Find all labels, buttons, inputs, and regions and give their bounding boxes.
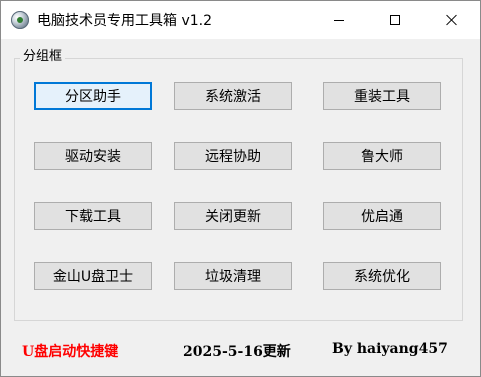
title-bar[interactable]: 电脑技术员专用工具箱 v1.2 xyxy=(1,1,480,39)
youqitong-button[interactable]: 优启通 xyxy=(323,202,441,230)
disable-updates-button[interactable]: 关闭更新 xyxy=(174,202,292,230)
driver-install-button[interactable]: 驱动安装 xyxy=(34,142,152,170)
junk-cleanup-button[interactable]: 垃圾清理 xyxy=(174,262,292,290)
system-optimize-button[interactable]: 系统优化 xyxy=(323,262,441,290)
remote-assist-button[interactable]: 远程协助 xyxy=(174,142,292,170)
update-date-label: 2025-5-16更新 xyxy=(183,344,291,360)
globe-disc-icon xyxy=(11,11,29,29)
minimize-button[interactable] xyxy=(311,1,367,39)
reinstall-tools-button[interactable]: 重装工具 xyxy=(323,82,441,110)
usb-boot-hotkey-link[interactable]: U盘启动快捷键 xyxy=(22,341,118,361)
maximize-button[interactable] xyxy=(367,1,423,39)
author-label: By haiyang457 xyxy=(332,341,448,357)
minimize-icon xyxy=(334,19,344,21)
download-tools-button[interactable]: 下载工具 xyxy=(34,202,152,230)
maximize-icon xyxy=(390,15,400,25)
close-icon xyxy=(445,14,457,26)
partition-assistant-button[interactable]: 分区助手 xyxy=(34,82,152,110)
group-box-label: 分组框 xyxy=(20,49,66,65)
system-activation-button[interactable]: 系统激活 xyxy=(174,82,292,110)
ludashi-button[interactable]: 鲁大师 xyxy=(323,142,441,170)
kingsoft-usb-guard-button[interactable]: 金山U盘卫士 xyxy=(34,262,152,290)
close-button[interactable] xyxy=(423,1,479,39)
app-window: 电脑技术员专用工具箱 v1.2 分组框 分区助手 系统激活 重装工具 驱动安装 … xyxy=(0,0,481,377)
window-title: 电脑技术员专用工具箱 v1.2 xyxy=(37,13,212,29)
